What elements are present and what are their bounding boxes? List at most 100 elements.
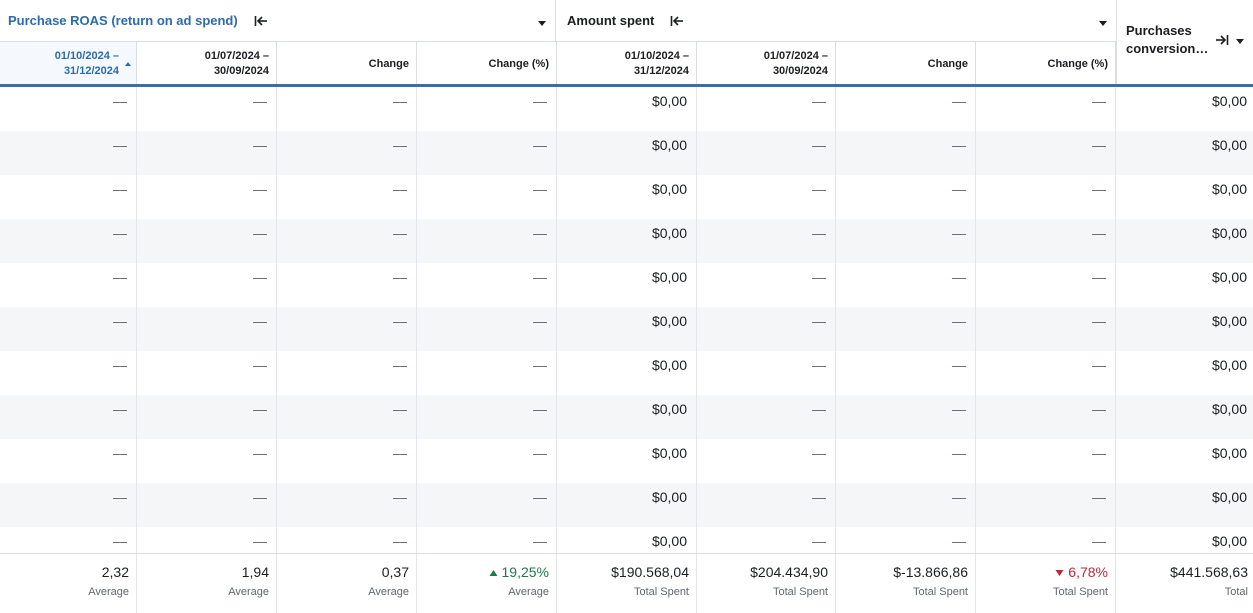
table-cell: — xyxy=(277,351,417,395)
table-cell: — xyxy=(836,175,976,219)
table-cell: — xyxy=(836,131,976,175)
summary-value-wrap: 2,32 xyxy=(0,563,129,581)
summary-label: Total Spent xyxy=(772,586,828,598)
table-cell: — xyxy=(277,439,417,483)
column-header-row: 01/10/2024 – 31/12/2024 01/07/2024 – 30/0… xyxy=(0,42,1116,86)
table-cell: — xyxy=(137,439,277,483)
caret-down-icon[interactable] xyxy=(537,15,547,33)
table-cell: — xyxy=(277,307,417,351)
table-cell: $0,00 xyxy=(557,307,697,351)
column-header-label: Change (%) xyxy=(488,57,550,70)
table-cell: — xyxy=(976,483,1116,527)
table-cell: — xyxy=(976,87,1116,131)
summary-value-wrap: $190.568,04 xyxy=(557,563,689,581)
collapse-left-icon[interactable] xyxy=(670,15,684,27)
trend-down-icon xyxy=(1055,563,1064,581)
table-cell: $0,00 xyxy=(557,351,697,395)
table-row[interactable]: — — — — $0,00— — — $0,00 xyxy=(0,307,1253,351)
table-cell: — xyxy=(697,351,836,395)
group-header-purchase-roas[interactable]: Purchase ROAS (return on ad spend) xyxy=(0,0,556,42)
caret-down-icon[interactable] xyxy=(1098,15,1108,33)
column-title: Purchases conversion… xyxy=(1126,23,1209,56)
table-cell: — xyxy=(697,219,836,263)
table-cell: — xyxy=(836,395,976,439)
collapse-left-icon[interactable] xyxy=(254,15,268,27)
table-cell: — xyxy=(277,483,417,527)
column-header-6[interactable]: Change xyxy=(836,42,976,86)
summary-value: $204.434,90 xyxy=(750,564,828,580)
summary-value-wrap: 1,94 xyxy=(137,563,269,581)
data-table: Purchase ROAS (return on ad spend) Amoun… xyxy=(0,0,1253,613)
column-header-4[interactable]: 01/10/2024 – 31/12/2024 xyxy=(557,42,697,86)
table-cell: — xyxy=(137,263,277,307)
summary-label: Total Spent xyxy=(912,586,968,598)
table-row[interactable]: — — — — $0,00— — — $0,00 xyxy=(0,439,1253,483)
table-cell: — xyxy=(836,439,976,483)
summary-value-wrap: $441.568,63 xyxy=(1116,563,1248,581)
table-cell: — xyxy=(697,87,836,131)
summary-label: Average xyxy=(88,586,129,598)
column-header-purchases-conversion[interactable]: Purchases conversion… xyxy=(1116,0,1253,86)
table-cell: — xyxy=(0,263,137,307)
column-header-3[interactable]: Change (%) xyxy=(417,42,557,86)
table-cell: — xyxy=(976,131,1116,175)
table-cell: $0,00 xyxy=(557,263,697,307)
table-row[interactable]: — — — — $0,00— — — $0,00 xyxy=(0,131,1253,175)
table-cell: — xyxy=(697,483,836,527)
summary-value: 0,37 xyxy=(381,564,409,580)
table-cell: — xyxy=(0,395,137,439)
table-cell: — xyxy=(137,395,277,439)
table-cell: $0,00 xyxy=(557,219,697,263)
trend-up-icon xyxy=(489,563,498,581)
table-cell: — xyxy=(0,131,137,175)
table-cell: — xyxy=(0,175,137,219)
table-row[interactable]: — — — — $0,00— — — $0,00 xyxy=(0,483,1253,527)
expand-right-icon[interactable] xyxy=(1215,33,1229,51)
table-row[interactable]: — — — — $0,00— — — $0,00 xyxy=(0,87,1253,131)
group-header-amount-spent[interactable]: Amount spent xyxy=(556,0,1116,42)
table-cell: $0,00 xyxy=(1211,401,1247,417)
summary-value: $441.568,63 xyxy=(1170,564,1248,580)
summary-value-wrap: $204.434,90 xyxy=(697,563,828,581)
table-cell: $0,00 xyxy=(1211,225,1247,241)
column-header-5[interactable]: 01/07/2024 – 30/09/2024 xyxy=(697,42,836,86)
table-row[interactable]: — — — — $0,00— — — $0,00 xyxy=(0,263,1253,307)
table-cell: $0,00 xyxy=(1211,489,1247,505)
summary-cell: 6,78% Total Spent xyxy=(976,554,1116,613)
table-cell: — xyxy=(417,131,557,175)
table-row[interactable]: — — — — $0,00— — — $0,00 xyxy=(0,351,1253,395)
table-row[interactable]: — — — — $0,00— — — $0,00 xyxy=(0,395,1253,439)
summary-value: $-13.866,86 xyxy=(893,564,968,580)
column-header-label: Change xyxy=(927,57,968,70)
table-cell: — xyxy=(137,87,277,131)
table-cell: — xyxy=(137,351,277,395)
table-cell: $0,00 xyxy=(1211,313,1247,329)
summary-cell: $190.568,04 Total Spent xyxy=(557,554,697,613)
summary-value: 6,78% xyxy=(1068,564,1108,580)
group-title: Amount spent xyxy=(567,13,655,28)
table-cell: — xyxy=(697,307,836,351)
table-cell: — xyxy=(417,439,557,483)
column-header-2[interactable]: Change xyxy=(277,42,417,86)
table-cell: — xyxy=(137,131,277,175)
summary-row: 2,32 Average 1,94 Average 0,37 Average 19,25% A… xyxy=(0,553,1253,613)
group-header-row: Purchase ROAS (return on ad spend) Amoun… xyxy=(0,0,1253,42)
column-header-label: 01/10/2024 – 31/12/2024 xyxy=(54,50,119,77)
sort-asc-icon[interactable] xyxy=(124,58,132,73)
column-header-0[interactable]: 01/10/2024 – 31/12/2024 xyxy=(0,42,137,86)
column-header-label: Change xyxy=(368,57,409,70)
summary-value: 2,32 xyxy=(101,564,129,580)
summary-label: Average xyxy=(508,586,549,598)
column-header-7[interactable]: Change (%) xyxy=(976,42,1116,86)
table-cell: $0,00 xyxy=(557,131,697,175)
table-cell: $0,00 xyxy=(557,439,697,483)
table-row[interactable]: — — — — $0,00— — — $0,00 xyxy=(0,219,1253,263)
table-cell: — xyxy=(697,175,836,219)
table-row[interactable]: — — — — $0,00— — — $0,00 xyxy=(0,175,1253,219)
table-cell: — xyxy=(0,483,137,527)
summary-value-wrap: 0,37 xyxy=(277,563,409,581)
summary-value: 1,94 xyxy=(241,564,269,580)
summary-cell: $441.568,63 Total xyxy=(1116,554,1253,613)
column-header-1[interactable]: 01/07/2024 – 30/09/2024 xyxy=(137,42,277,86)
caret-down-icon[interactable] xyxy=(1235,33,1245,51)
